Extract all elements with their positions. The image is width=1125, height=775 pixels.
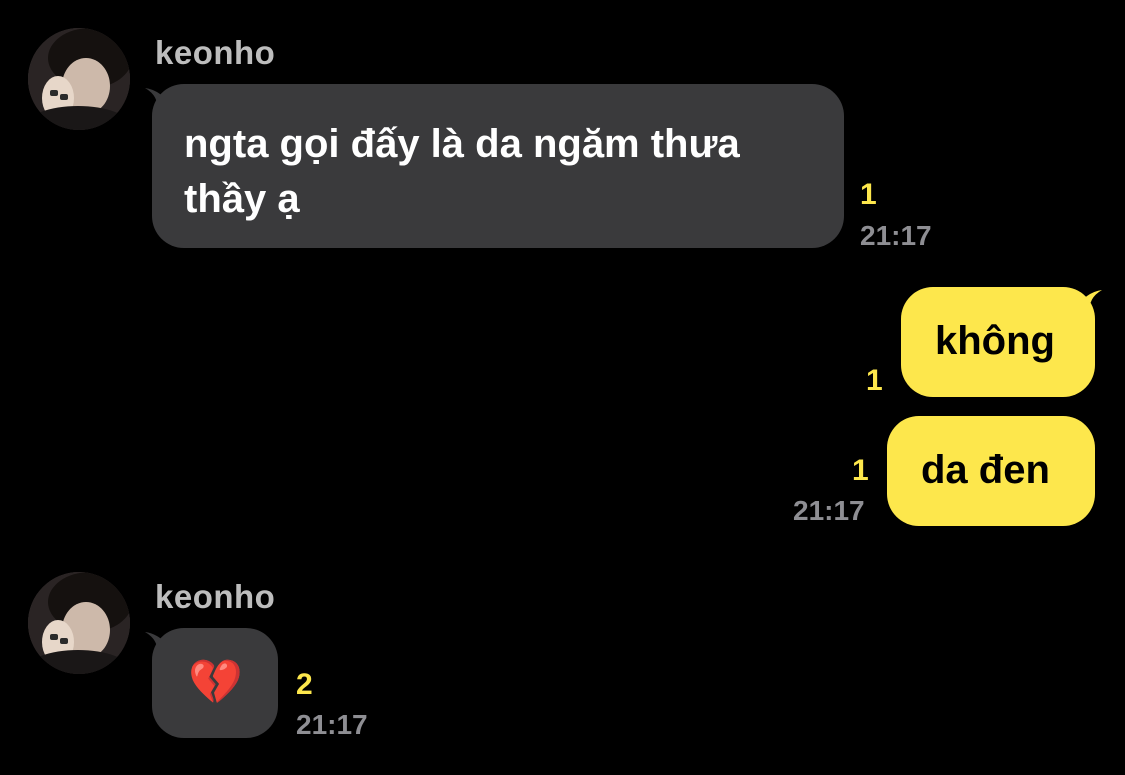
message-timestamp: 21:17 [860,220,932,251]
message-bubble-incoming[interactable]: ngta gọi đấy là da ngăm thưa thầy ạ [152,84,844,248]
message-bubble-incoming[interactable]: 💔 [152,628,278,738]
message-text: da đen [921,448,1050,492]
message-text: không [935,319,1055,363]
avatar-photo [28,572,130,674]
sender-name: keonho [155,34,276,71]
avatar-photo [28,28,130,130]
message-text-line: ngta gọi đấy là da ngăm thưa [184,122,740,166]
unread-count: 2 [296,668,313,701]
avatar[interactable] [28,572,130,674]
sender-name: keonho [155,578,276,615]
message-timestamp: 21:17 [296,709,368,740]
broken-heart-emoji: 💔 [188,658,243,707]
message-bubble-outgoing[interactable]: da đen [887,416,1095,526]
unread-count: 1 [852,454,869,487]
message-bubble-outgoing[interactable]: không [901,287,1095,397]
avatar[interactable] [28,28,130,130]
message-text-line: thầy ạ [184,177,300,221]
message-timestamp: 21:17 [793,495,865,526]
chat-thread: keonho ngta gọi đấy là da ngăm thưa thầy… [0,0,1125,775]
unread-count: 1 [866,364,883,397]
unread-count: 1 [860,178,877,211]
